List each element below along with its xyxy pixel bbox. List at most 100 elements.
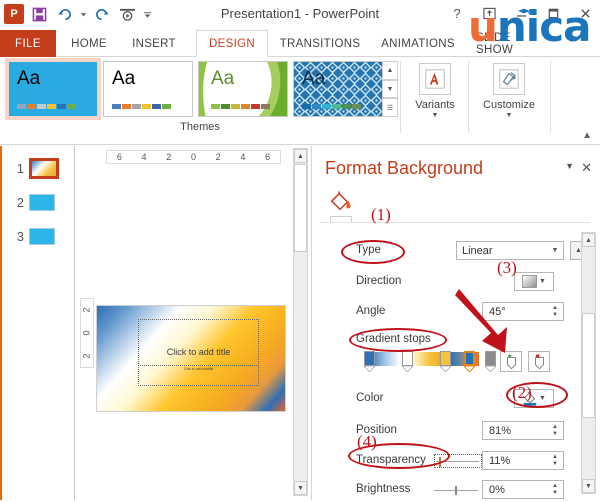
subtitle-placeholder[interactable]: Click to add subtitle (138, 364, 259, 373)
theme-item-facet[interactable]: Aa (198, 61, 288, 117)
themes-gallery-scroll[interactable]: ▲ ▼ ☰ (382, 61, 398, 118)
editor-vertical-scrollbar[interactable]: ▲ ▼ (293, 148, 308, 496)
theme-item-white[interactable]: Aa (103, 61, 193, 117)
slide-canvas[interactable]: Click to add title Click to add subtitle (96, 305, 286, 412)
variants-button[interactable]: Variants ▼ (404, 61, 466, 133)
transparency-spinner[interactable]: 11% ▲ ▼ (482, 451, 564, 470)
tab-file[interactable]: FILE (0, 30, 56, 57)
theme-preview-text: Aa (17, 68, 41, 89)
variants-label: Variants (415, 99, 455, 111)
position-value: 81% (489, 424, 512, 437)
fill-bucket-icon[interactable] (328, 190, 354, 214)
title-placeholder-text: Click to add title (166, 346, 231, 357)
close-icon[interactable]: ✕ (581, 160, 592, 176)
slide-editing-area: 6 4 2 0 2 4 6 2 0 2 Click to add title C… (76, 146, 310, 500)
gradient-stop-2[interactable] (402, 351, 421, 373)
slide-number: 1 (16, 161, 24, 176)
stop-pointer-icon (364, 366, 375, 372)
type-value: Linear (462, 244, 493, 257)
annotation-gradient-stops-ellipse (349, 328, 447, 352)
pane-title: Format Background (325, 158, 484, 178)
slide-thumbnail-2[interactable]: 2 (14, 194, 55, 211)
slide-thumbnail-3[interactable]: 3 (14, 228, 55, 245)
graduation-cap-icon (518, 8, 530, 14)
ruler-tick: 0 (190, 152, 196, 162)
tab-transitions[interactable]: TRANSITIONS (272, 30, 368, 57)
scroll-up-button[interactable]: ▲ (294, 149, 307, 163)
pane-options-icon[interactable]: ▼ (565, 161, 574, 171)
group-separator (400, 61, 401, 133)
spinner-arrows[interactable]: ▲ ▼ (547, 422, 563, 439)
position-spinner[interactable]: 81% ▲ ▼ (482, 421, 564, 440)
scrollbar-thumb[interactable] (294, 164, 307, 252)
tab-animations[interactable]: ANIMATIONS (370, 30, 466, 57)
collapse-ribbon-icon[interactable]: ▲ (582, 130, 592, 141)
themes-scroll-up-button[interactable]: ▲ (382, 61, 398, 80)
pane-scroll-down-button[interactable]: ▼ (582, 479, 595, 493)
spinner-arrows[interactable]: ▲ ▼ (547, 452, 563, 469)
scroll-down-button[interactable]: ▼ (294, 481, 307, 495)
slide-preview[interactable] (29, 228, 55, 245)
position-row: Position 81% ▲ ▼ (312, 421, 600, 443)
customize-label: Customize (483, 99, 535, 111)
direction-label: Direction (356, 275, 402, 287)
chevron-down-icon[interactable]: ▼ (539, 278, 546, 285)
stop-pointer-icon (440, 366, 451, 372)
title-placeholder[interactable]: Click to add title (138, 318, 259, 386)
themes-scroll-down-button[interactable]: ▼ (382, 79, 398, 99)
variants-dropdown-icon[interactable]: ▼ (432, 112, 439, 119)
stop-pointer-icon (402, 366, 413, 372)
annotation-1-label: (1) (371, 205, 391, 224)
pane-divider (320, 222, 590, 223)
slide-thumbnail-1[interactable]: 1 (14, 158, 59, 179)
brightness-slider[interactable] (434, 486, 478, 496)
spinner-arrows[interactable]: ▲ ▼ (547, 481, 563, 498)
themes-gallery[interactable]: Aa Aa Aa Aa (5, 58, 383, 120)
help-button[interactable]: ? (446, 3, 468, 23)
gradient-stop-1[interactable] (364, 351, 383, 373)
color-label: Color (356, 392, 384, 404)
theme-color-swatches (112, 104, 171, 109)
slide-number: 3 (16, 229, 24, 244)
spinner-arrows[interactable]: ▲ ▼ (547, 303, 563, 320)
customize-button[interactable]: Customize ▼ (472, 61, 546, 133)
pane-scroll-up-button[interactable]: ▲ (582, 233, 595, 247)
brightness-spinner[interactable]: 0% ▲ ▼ (482, 480, 564, 499)
tab-home[interactable]: HOME (58, 30, 120, 57)
annotation-4-ellipse (348, 443, 450, 469)
brightness-value: 0% (489, 483, 505, 496)
slide-preview[interactable] (29, 194, 55, 211)
ruler-tick: 4 (141, 152, 147, 162)
group-separator (468, 61, 469, 133)
brightness-row: Brightness 0% ▲ ▼ (312, 480, 600, 502)
ruler-tick: 4 (240, 152, 246, 162)
theme-preview-text: Aa (302, 68, 326, 89)
stop-pointer-icon (464, 366, 475, 372)
slide-thumbnail-panel[interactable]: 1 2 3 (0, 146, 75, 500)
remove-gradient-stop-icon (534, 353, 544, 369)
ruler-tick: 6 (265, 152, 271, 162)
tab-insert[interactable]: INSERT (120, 30, 188, 57)
themes-group: Aa Aa Aa Aa ▲ ▼ ☰ Themes (4, 58, 398, 143)
ruler-tick: 6 (116, 152, 122, 162)
theme-item-office[interactable]: Aa (5, 58, 101, 120)
theme-color-swatches (211, 104, 270, 109)
ruler-tick: 0 (81, 330, 92, 336)
pane-scrollbar-thumb[interactable] (582, 313, 595, 418)
ruler-tick: 2 (81, 353, 92, 359)
stop-pointer-icon (485, 366, 496, 372)
transparency-value: 11% (489, 454, 511, 467)
theme-preview-text: Aa (211, 68, 235, 89)
slide-preview[interactable] (29, 158, 59, 179)
ribbon: Aa Aa Aa Aa ▲ ▼ ☰ Themes Variants ▼ Cust… (0, 57, 600, 145)
customize-icon (493, 63, 525, 95)
pane-vertical-scrollbar[interactable]: ▲ ▼ (581, 232, 596, 494)
chevron-down-icon[interactable]: ▼ (547, 247, 563, 254)
group-separator (550, 61, 551, 133)
theme-item-berlin[interactable]: Aa (293, 61, 383, 117)
remove-gradient-stop-button[interactable] (528, 351, 550, 372)
tab-design[interactable]: DESIGN (196, 30, 268, 57)
unica-u-letter: u (468, 2, 498, 51)
customize-dropdown-icon[interactable]: ▼ (506, 112, 513, 119)
themes-more-button[interactable]: ☰ (382, 98, 398, 118)
